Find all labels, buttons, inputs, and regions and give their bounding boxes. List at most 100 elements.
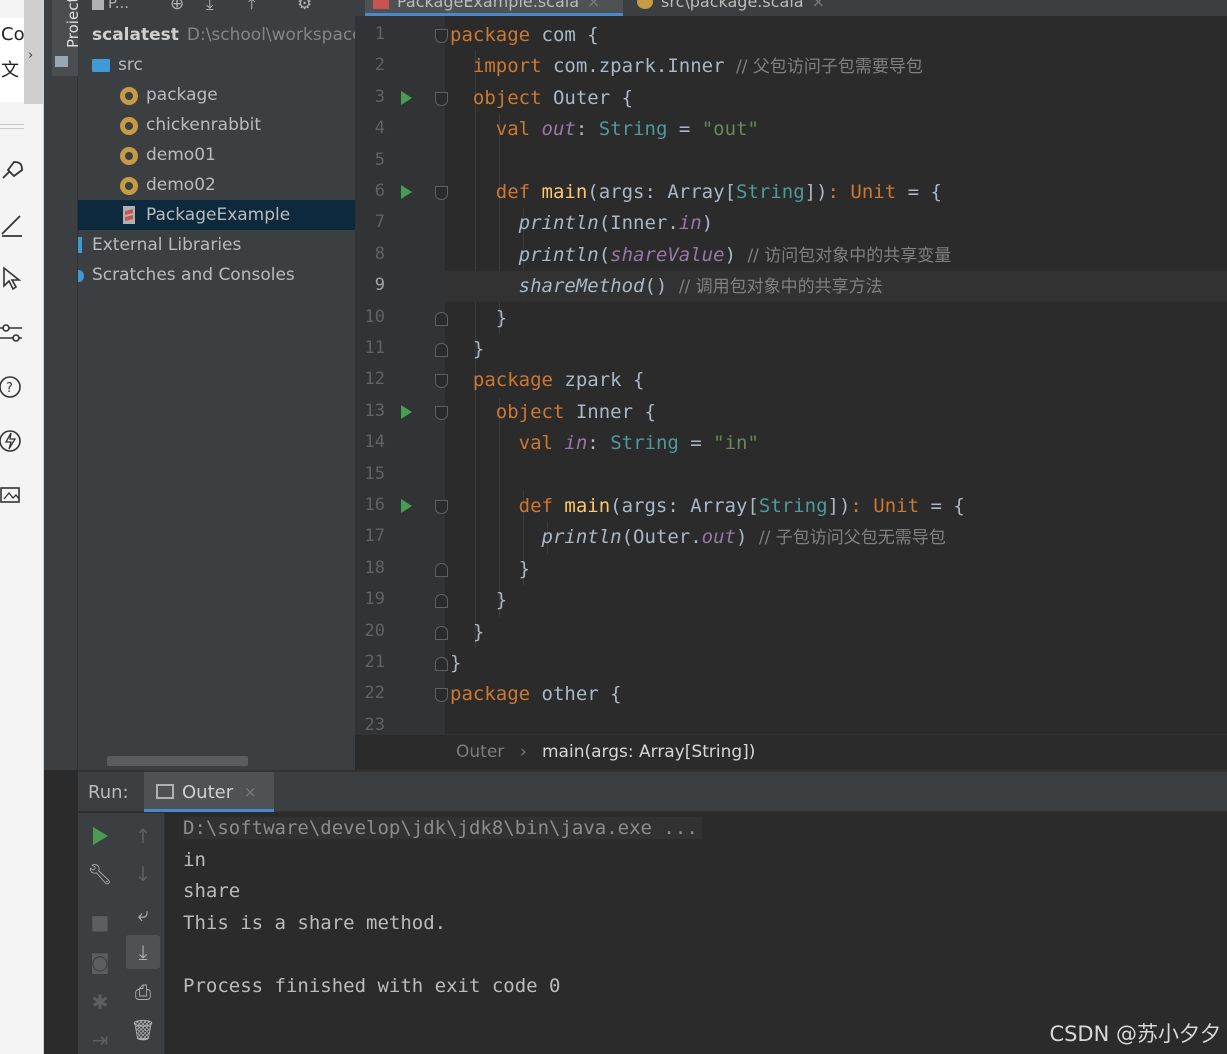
horizontal-scrollbar[interactable]: [107, 756, 248, 766]
chevron-right-icon[interactable]: ›: [28, 48, 33, 63]
tree-item-chickenrabbit[interactable]: chickenrabbit: [78, 110, 355, 140]
code-token: package: [450, 683, 542, 706]
breadcrumb-item-main[interactable]: main(args: Array[String]): [542, 742, 755, 762]
code-token: String: [598, 118, 668, 141]
code-line[interactable]: println(Outer.out) // 子包访问父包无需导包: [445, 522, 1227, 553]
background-window-panel: Co 文: [0, 18, 25, 102]
close-icon[interactable]: ×: [587, 0, 600, 11]
tab-packageexample[interactable]: PackageExample.scala ×: [365, 0, 623, 16]
exit-icon[interactable]: ⇥: [83, 1023, 117, 1054]
background-window-strip: Co 文 › ?: [0, 0, 44, 1054]
code-line[interactable]: def main(args: Array[String]): Unit = {: [445, 177, 1227, 208]
code-token: com.zpark.Inner: [552, 55, 736, 78]
image-edit-icon[interactable]: [0, 482, 24, 508]
package-object-icon: [637, 0, 653, 9]
gear-icon[interactable]: ⚙: [297, 0, 312, 14]
code-area[interactable]: package com { import com.zpark.Inner // …: [445, 16, 1227, 734]
tree-item-label: External Libraries: [92, 235, 242, 255]
cursor-icon[interactable]: [0, 266, 24, 292]
tree-item-packageexample[interactable]: PackageExample: [78, 200, 355, 230]
tab-package-scala[interactable]: src\package.scala ×: [635, 0, 855, 16]
sliders-icon[interactable]: [0, 320, 24, 346]
locate-icon[interactable]: ⊕: [170, 0, 184, 14]
code-line[interactable]: }: [445, 554, 1227, 585]
code-token: }: [450, 338, 485, 360]
libraries-icon: [78, 237, 82, 253]
code-line[interactable]: shareMethod() // 调用包对象中的共享方法: [445, 271, 1227, 303]
code-line[interactable]: println(shareValue) // 访问包对象中的共享变量: [445, 240, 1227, 271]
run-gutter-icon[interactable]: [401, 499, 412, 513]
code-line[interactable]: val out: String = "out": [445, 114, 1227, 145]
code-line[interactable]: }: [445, 303, 1227, 334]
code-line[interactable]: package com {: [445, 20, 1227, 51]
code-token: (: [598, 243, 611, 266]
run-gutter-icon[interactable]: [401, 90, 412, 105]
soft-wrap-icon[interactable]: ⤶: [126, 897, 160, 931]
run-gutter-icon[interactable]: [401, 185, 412, 199]
lightning-icon[interactable]: [0, 428, 24, 454]
code-token: String: [610, 432, 679, 455]
run-gutter-icon[interactable]: [401, 404, 412, 419]
debug-icon[interactable]: ✱: [83, 985, 117, 1019]
collapse-all-icon[interactable]: ⤒: [248, 0, 256, 14]
code-line[interactable]: object Inner {: [445, 397, 1227, 428]
code-line[interactable]: package zpark {: [445, 365, 1227, 396]
breadcrumb-item-outer[interactable]: Outer: [456, 742, 504, 762]
line-number: 19: [364, 589, 385, 610]
arrow-up-icon[interactable]: ↑: [126, 819, 160, 853]
tree-item-src[interactable]: src: [78, 50, 355, 80]
code-line[interactable]: }: [445, 585, 1227, 616]
code-line[interactable]: def main(args: Array[String]): Unit = {: [445, 491, 1227, 522]
line-number: 12: [364, 369, 385, 390]
help-icon[interactable]: ?: [0, 374, 24, 400]
close-icon[interactable]: ×: [244, 783, 257, 801]
line-number: 1: [374, 24, 385, 44]
line-number: 13: [364, 400, 385, 421]
watermark: CSDN @苏小夕夕: [1049, 1022, 1221, 1046]
scroll-to-end-icon[interactable]: ⤓: [126, 935, 160, 969]
code-token: }: [450, 557, 531, 580]
code-token: :: [587, 432, 611, 455]
tree-item-scratches[interactable]: Scratches and Consoles: [78, 260, 355, 290]
tree-item-label: chickenrabbit: [146, 115, 262, 135]
folder-icon: [92, 0, 104, 10]
line-number: 17: [364, 526, 385, 547]
trash-icon[interactable]: 🗑︎: [126, 1013, 160, 1047]
run-tab-outer[interactable]: Outer ×: [144, 772, 274, 812]
wrench-icon[interactable]: 🔧︎: [83, 857, 117, 891]
code-line[interactable]: package other {: [445, 679, 1227, 710]
code-editor: PackageExample.scala × src\package.scala ×…: [355, 0, 1227, 770]
code-line[interactable]: }: [445, 334, 1227, 365]
code-line[interactable]: [445, 711, 1227, 734]
line-number: 9: [374, 275, 385, 296]
arrow-down-icon[interactable]: ↓: [126, 857, 160, 891]
stop-button[interactable]: ■: [83, 905, 117, 939]
code-line[interactable]: println(Inner.in): [445, 208, 1227, 239]
expand-all-icon[interactable]: ⤓: [206, 0, 214, 14]
background-scrollbar[interactable]: [24, 0, 44, 104]
code-token: : Unit: [827, 181, 897, 203]
code-line[interactable]: import com.zpark.Inner // 父包访问子包需要导包: [445, 51, 1227, 82]
tree-item-package[interactable]: package: [78, 80, 355, 110]
code-line[interactable]: }: [445, 617, 1227, 648]
tree-item-demo02[interactable]: demo02: [78, 170, 355, 200]
pen-icon[interactable]: [0, 212, 24, 238]
close-icon[interactable]: ×: [812, 0, 825, 11]
rerun-button[interactable]: [83, 817, 117, 851]
code-line[interactable]: [445, 146, 1227, 177]
project-view-selector[interactable]: P...: [108, 0, 129, 12]
tree-item-scalatest[interactable]: scalatest D:\school\workspace: [78, 20, 355, 50]
code-line[interactable]: }: [445, 648, 1227, 679]
code-line[interactable]: [445, 460, 1227, 491]
tree-item-demo01[interactable]: demo01: [78, 140, 355, 170]
code-line[interactable]: val in: String = "in": [445, 428, 1227, 459]
tree-item-external-libraries[interactable]: External Libraries: [78, 230, 355, 260]
print-icon[interactable]: ⎙: [126, 975, 160, 1009]
code-token: }: [450, 652, 462, 674]
rocket-icon[interactable]: [0, 158, 24, 184]
camera-icon[interactable]: ◙: [83, 945, 117, 979]
code-line[interactable]: object Outer {: [445, 83, 1227, 114]
